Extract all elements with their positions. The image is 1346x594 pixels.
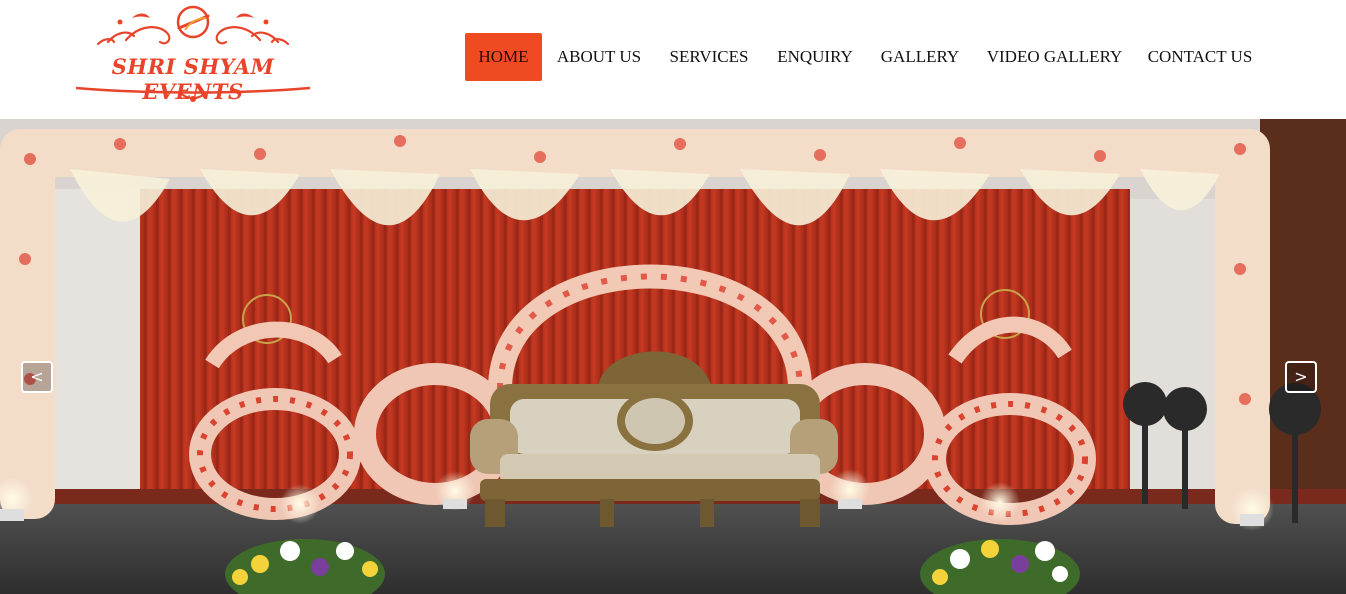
hero-slider: < >	[0, 119, 1346, 594]
stage-decoration-photo	[0, 119, 1346, 594]
nav-home[interactable]: HOME	[465, 33, 542, 81]
nav-enquiry[interactable]: ENQUIRY	[770, 33, 860, 81]
nav-video-gallery[interactable]: VIDEO GALLERY	[981, 33, 1128, 81]
slider-prev-button[interactable]: <	[21, 361, 53, 393]
site-logo[interactable]: SHRI SHYAM EVENTS	[68, 2, 318, 108]
nav-gallery[interactable]: GALLERY	[876, 33, 964, 81]
site-header: SHRI SHYAM EVENTS HOME ABOUT US SERVICES…	[0, 0, 1346, 119]
nav-about-us[interactable]: ABOUT US	[550, 33, 648, 81]
nav-services[interactable]: SERVICES	[663, 33, 755, 81]
logo-text: SHRI SHYAM EVENTS	[111, 54, 275, 104]
slider-next-button[interactable]: >	[1285, 361, 1317, 393]
nav-contact-us[interactable]: CONTACT US	[1144, 33, 1256, 81]
